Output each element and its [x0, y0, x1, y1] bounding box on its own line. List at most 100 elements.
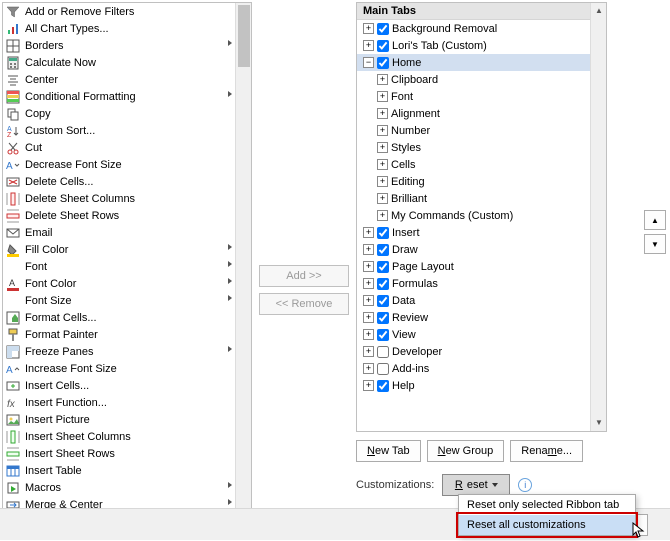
tree-row[interactable]: +Data: [357, 292, 606, 309]
tree-checkbox[interactable]: [377, 380, 389, 392]
tree-row[interactable]: +Clipboard: [357, 71, 606, 88]
tree-checkbox[interactable]: [377, 363, 389, 375]
command-item[interactable]: fxInsert Function...: [3, 394, 236, 411]
command-item[interactable]: Fill Color: [3, 241, 236, 258]
tree-row[interactable]: +Cells: [357, 156, 606, 173]
scroll-down-icon[interactable]: ▼: [591, 415, 607, 431]
command-item[interactable]: Email: [3, 224, 236, 241]
tree-checkbox[interactable]: [377, 57, 389, 69]
expand-icon[interactable]: +: [363, 278, 374, 289]
command-item[interactable]: Center: [3, 71, 236, 88]
expand-icon[interactable]: +: [363, 295, 374, 306]
tree-checkbox[interactable]: [377, 295, 389, 307]
reset-selected-tab-item[interactable]: Reset only selected Ribbon tab: [459, 495, 635, 515]
command-item[interactable]: Insert Cells...: [3, 377, 236, 394]
collapse-icon[interactable]: −: [363, 57, 374, 68]
new-group-button[interactable]: New Group: [427, 440, 505, 462]
expand-icon[interactable]: +: [363, 363, 374, 374]
tree-row[interactable]: +Styles: [357, 139, 606, 156]
tree-row[interactable]: −Home: [357, 54, 606, 71]
expand-icon[interactable]: +: [377, 193, 388, 204]
command-item[interactable]: Delete Sheet Rows: [3, 207, 236, 224]
expand-icon[interactable]: +: [363, 380, 374, 391]
tree-row[interactable]: +Page Layout: [357, 258, 606, 275]
reset-all-customizations-item[interactable]: Reset all customizations: [459, 515, 635, 535]
tree-row[interactable]: +Insert: [357, 224, 606, 241]
expand-icon[interactable]: +: [377, 210, 388, 221]
left-scrollbar[interactable]: [235, 3, 251, 520]
move-down-button[interactable]: ▼: [644, 234, 666, 254]
command-item[interactable]: Copy: [3, 105, 236, 122]
tree-checkbox[interactable]: [377, 261, 389, 273]
command-item[interactable]: AFont Color: [3, 275, 236, 292]
expand-icon[interactable]: +: [363, 312, 374, 323]
move-up-button[interactable]: ▲: [644, 210, 666, 230]
command-item[interactable]: Insert Sheet Columns: [3, 428, 236, 445]
tree-row[interactable]: +Draw: [357, 241, 606, 258]
scroll-up-icon[interactable]: ▲: [591, 3, 607, 19]
command-item[interactable]: Format Painter: [3, 326, 236, 343]
right-scrollbar[interactable]: ▲ ▼: [590, 3, 606, 431]
command-item[interactable]: Freeze Panes: [3, 343, 236, 360]
tree-checkbox[interactable]: [377, 23, 389, 35]
tree-row[interactable]: +Add-ins: [357, 360, 606, 377]
expand-icon[interactable]: +: [377, 91, 388, 102]
command-item[interactable]: Delete Cells...: [3, 173, 236, 190]
tree-row[interactable]: +Formulas: [357, 275, 606, 292]
command-item[interactable]: Font: [3, 258, 236, 275]
expand-icon[interactable]: +: [377, 125, 388, 136]
remove-button[interactable]: << Remove: [259, 293, 349, 315]
tree-row[interactable]: +Developer: [357, 343, 606, 360]
tree-checkbox[interactable]: [377, 40, 389, 52]
tree-checkbox[interactable]: [377, 244, 389, 256]
expand-icon[interactable]: +: [363, 40, 374, 51]
reset-dropdown-button[interactable]: Reset: [442, 474, 510, 496]
tree-checkbox[interactable]: [377, 329, 389, 341]
tree-row[interactable]: +Background Removal: [357, 20, 606, 37]
rename-button[interactable]: Rename...: [510, 440, 583, 462]
expand-icon[interactable]: +: [363, 346, 374, 357]
tree-row[interactable]: +Brilliant: [357, 190, 606, 207]
command-item[interactable]: Format Cells...: [3, 309, 236, 326]
tree-row[interactable]: +View: [357, 326, 606, 343]
command-item[interactable]: Borders: [3, 37, 236, 54]
expand-icon[interactable]: +: [377, 142, 388, 153]
tree-row[interactable]: +Number: [357, 122, 606, 139]
tree-checkbox[interactable]: [377, 312, 389, 324]
tree-row[interactable]: +Editing: [357, 173, 606, 190]
command-item[interactable]: ADecrease Font Size: [3, 156, 236, 173]
command-item[interactable]: AIncrease Font Size: [3, 360, 236, 377]
command-item[interactable]: Delete Sheet Columns: [3, 190, 236, 207]
tree-row[interactable]: +Review: [357, 309, 606, 326]
command-item[interactable]: Insert Picture: [3, 411, 236, 428]
command-item[interactable]: Insert Sheet Rows: [3, 445, 236, 462]
command-item[interactable]: Font Size: [3, 292, 236, 309]
command-item[interactable]: Cut: [3, 139, 236, 156]
info-icon[interactable]: i: [518, 478, 532, 492]
scrollbar-thumb[interactable]: [238, 5, 250, 67]
tree-checkbox[interactable]: [377, 227, 389, 239]
command-item[interactable]: All Chart Types...: [3, 20, 236, 37]
new-tab-button[interactable]: New Tab: [356, 440, 421, 462]
expand-icon[interactable]: +: [377, 159, 388, 170]
command-item[interactable]: Add or Remove Filters: [3, 3, 236, 20]
command-item[interactable]: Insert Table: [3, 462, 236, 479]
expand-icon[interactable]: +: [377, 108, 388, 119]
command-item[interactable]: AZCustom Sort...: [3, 122, 236, 139]
tree-row[interactable]: +Font: [357, 88, 606, 105]
add-button[interactable]: Add >>: [259, 265, 349, 287]
tree-row[interactable]: +Help: [357, 377, 606, 394]
expand-icon[interactable]: +: [363, 261, 374, 272]
tree-checkbox[interactable]: [377, 346, 389, 358]
ribbon-tree[interactable]: Main Tabs +Background Removal+Lori's Tab…: [356, 2, 607, 432]
command-item[interactable]: Calculate Now: [3, 54, 236, 71]
commands-listbox[interactable]: Add or Remove FiltersAll Chart Types...B…: [2, 2, 252, 521]
tree-row[interactable]: +Alignment: [357, 105, 606, 122]
expand-icon[interactable]: +: [377, 176, 388, 187]
expand-icon[interactable]: +: [363, 23, 374, 34]
expand-icon[interactable]: +: [363, 244, 374, 255]
command-item[interactable]: Conditional Formatting: [3, 88, 236, 105]
expand-icon[interactable]: +: [363, 227, 374, 238]
expand-icon[interactable]: +: [377, 74, 388, 85]
tree-checkbox[interactable]: [377, 278, 389, 290]
